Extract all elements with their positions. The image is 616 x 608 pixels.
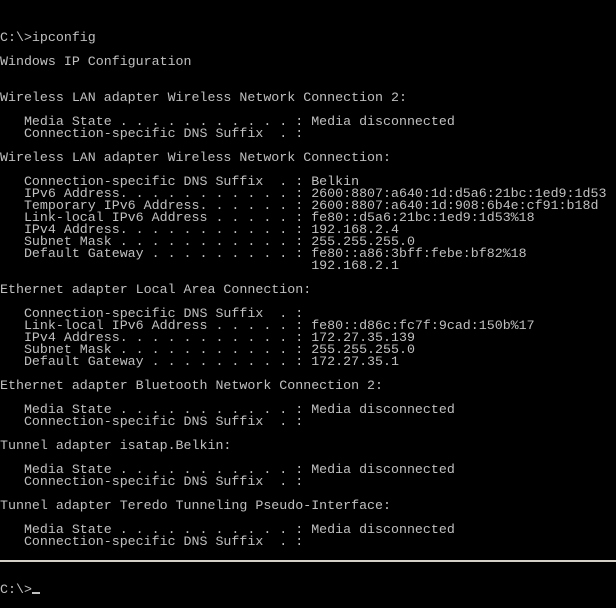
console-line: Ethernet adapter Bluetooth Network Conne… (0, 378, 384, 393)
console-line: Connection-specific DNS Suffix . : (0, 534, 304, 549)
console-line: Default Gateway . . . . . . . . . : 172.… (0, 354, 399, 369)
console-output: C:\>ipconfig Windows IP Configuration Wire… (0, 30, 616, 560)
console-line: C:\>ipconfig (0, 30, 96, 45)
console-line: Tunnel adapter Teredo Tunneling Pseudo-I… (0, 498, 391, 513)
console-line: Windows IP Configuration (0, 54, 192, 69)
console-line: Wireless LAN adapter Wireless Network Co… (0, 150, 391, 165)
text-cursor (31, 592, 40, 594)
console-line: 192.168.2.1 (0, 258, 399, 273)
console-line: Connection-specific DNS Suffix . : (0, 126, 304, 141)
console-line: Ethernet adapter Local Area Connection: (0, 282, 312, 297)
command-prompt-console[interactable]: C:\>ipconfig Windows IP Configuration Wire… (0, 8, 616, 596)
console-line: Tunnel adapter isatap.Belkin: (0, 438, 232, 453)
console-line: Wireless LAN adapter Wireless Network Co… (0, 90, 407, 105)
console-line: Connection-specific DNS Suffix . : (0, 474, 304, 489)
prompt-text: C:\> (0, 582, 32, 597)
prompt-line[interactable]: C:\> (0, 582, 616, 597)
console-line: Connection-specific DNS Suffix . : (0, 414, 304, 429)
